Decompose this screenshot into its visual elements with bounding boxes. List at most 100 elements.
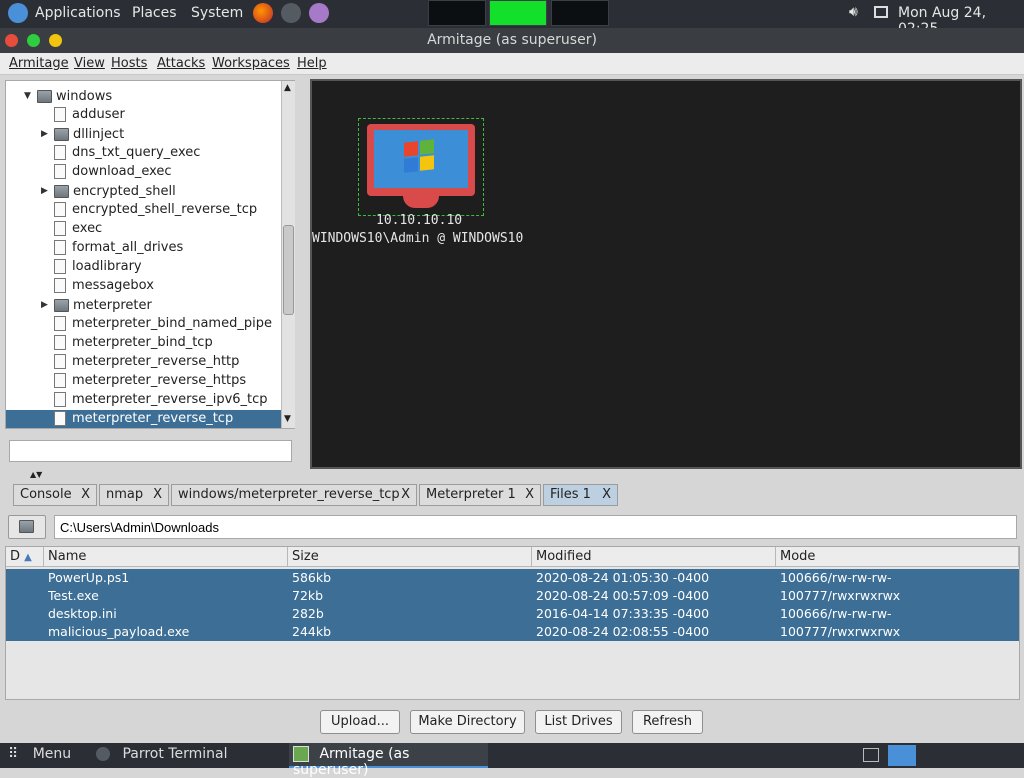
taskbar-item-label: Armitage (as superuser): [293, 746, 410, 778]
expand-arrow-icon[interactable]: ▶: [41, 129, 48, 139]
table-cell: 100666/rw-rw-rw-: [780, 606, 892, 621]
column-header-size[interactable]: Size: [288, 547, 532, 567]
menu-workspaces[interactable]: Workspaces: [212, 56, 290, 71]
close-icon[interactable]: X: [153, 487, 162, 502]
tree-item[interactable]: encrypted_shell_reverse_tcp: [6, 201, 282, 220]
tab-console[interactable]: Console X: [13, 484, 97, 506]
tree-item[interactable]: exec: [6, 220, 282, 239]
menu-hosts[interactable]: Hosts: [111, 56, 147, 71]
tree-item-label: loadlibrary: [72, 259, 142, 274]
places-menu[interactable]: Places: [132, 5, 177, 21]
close-icon[interactable]: X: [401, 487, 410, 502]
tree-item[interactable]: meterpreter_reverse_http: [6, 353, 282, 372]
host-ip-label: 10.10.10.10: [376, 213, 463, 228]
menu-view[interactable]: View: [74, 56, 105, 71]
split-handle-horizontal[interactable]: ▲▼: [30, 470, 54, 479]
tab-nmap[interactable]: nmap X: [99, 484, 169, 506]
tree-item[interactable]: download_exec: [6, 163, 282, 182]
tree-item-label: meterpreter_bind_tcp: [72, 335, 213, 350]
tree-item[interactable]: loadlibrary: [6, 258, 282, 277]
file-icon: [54, 278, 66, 293]
armitage-tray-icon[interactable]: [888, 745, 916, 766]
tree-item[interactable]: meterpreter_bind_tcp: [6, 334, 282, 353]
tree-item[interactable]: meterpreter_reverse_https: [6, 372, 282, 391]
parent-folder-button[interactable]: [8, 515, 46, 539]
tree-item-label: encrypted_shell: [73, 184, 176, 199]
menu-attacks[interactable]: Attacks: [157, 56, 205, 71]
tree-item[interactable]: meterpreter_reverse_ipv6_tcp: [6, 391, 282, 410]
terminal-icon: [96, 747, 110, 761]
table-row[interactable]: malicious_payload.exe 244kb 2020-08-24 02:…: [6, 623, 1019, 641]
tab-meterpreter-reverse-tcp[interactable]: windows/meterpreter_reverse_tcp X: [171, 484, 417, 506]
collapse-arrow-icon[interactable]: ▼: [24, 91, 31, 101]
tree-scroll-thumb[interactable]: [283, 225, 294, 315]
close-icon[interactable]: X: [81, 487, 90, 502]
module-search-input[interactable]: [9, 440, 292, 462]
tree-item[interactable]: meterpreter_reverse_tcp: [6, 410, 282, 428]
make-directory-button[interactable]: Make Directory: [410, 710, 525, 734]
tree-item[interactable]: ▶ encrypted_shell: [6, 182, 282, 201]
path-input[interactable]: [54, 515, 1017, 539]
tree-item-label: meterpreter_reverse_http: [72, 354, 240, 369]
taskbar-menu-button[interactable]: ⠿ Menu: [8, 743, 88, 768]
folder-icon: [54, 299, 69, 312]
close-icon[interactable]: X: [525, 487, 534, 502]
tab-meterpreter-1[interactable]: Meterpreter 1 X: [419, 484, 541, 506]
parrot-logo-icon[interactable]: [8, 3, 28, 23]
table-cell: 282b: [292, 606, 324, 621]
tree-item[interactable]: meterpreter_bind_named_pipe: [6, 315, 282, 334]
file-table[interactable]: D ▲ Name Size Modified Mode PowerUp.ps1 5…: [5, 546, 1020, 700]
applications-menu[interactable]: Applications: [35, 5, 121, 21]
apps-grid-icon: ⠿: [8, 746, 19, 762]
refresh-button[interactable]: Refresh: [632, 710, 703, 734]
folder-icon: [54, 185, 69, 198]
firefox-icon[interactable]: [253, 3, 273, 23]
table-cell: 100777/rwxrwxrwx: [780, 624, 901, 639]
tree-item[interactable]: dns_txt_query_exec: [6, 144, 282, 163]
close-icon[interactable]: X: [602, 487, 611, 502]
table-row[interactable]: desktop.ini 282b 2016-04-14 07:33:35 -0400…: [6, 605, 1019, 623]
list-drives-button[interactable]: List Drives: [535, 710, 622, 734]
tree-item[interactable]: messagebox: [6, 277, 282, 296]
text-editor-icon[interactable]: [309, 3, 329, 23]
workspace-switcher-icon[interactable]: [863, 748, 879, 762]
module-tree[interactable]: ▼ windows adduser ▶ dllinject dns_txt_query…: [5, 80, 295, 429]
system-menu[interactable]: System: [191, 5, 243, 21]
column-header-d[interactable]: D ▲: [6, 547, 44, 567]
tab-label: Files 1: [550, 487, 591, 502]
table-row[interactable]: Test.exe 72kb 2020-08-24 00:57:09 -0400 100…: [6, 587, 1019, 605]
column-header-mode[interactable]: Mode: [776, 547, 1019, 567]
menu-armitage[interactable]: Armitage: [9, 56, 69, 71]
table-cell: Test.exe: [48, 588, 99, 603]
table-cell: 72kb: [292, 588, 324, 603]
tree-item[interactable]: adduser: [6, 106, 282, 125]
upload-button[interactable]: Upload...: [320, 710, 400, 734]
table-cell: 2016-04-14 07:33:35 -0400: [536, 606, 710, 621]
tree-item[interactable]: ▶ meterpreter: [6, 296, 282, 315]
column-header-modified[interactable]: Modified: [532, 547, 776, 567]
column-label: Modified: [536, 549, 592, 564]
volume-icon[interactable]: 🔊︎: [849, 4, 858, 20]
tree-item[interactable]: format_all_drives: [6, 239, 282, 258]
display-icon[interactable]: [874, 6, 888, 18]
tree-folder-windows[interactable]: ▼ windows: [6, 87, 282, 106]
terminal-icon[interactable]: [281, 3, 301, 23]
table-cell: 586kb: [292, 570, 332, 585]
taskbar-armitage[interactable]: Armitage (as superuser): [289, 743, 488, 778]
expand-arrow-icon[interactable]: ▶: [41, 300, 48, 310]
window-titlebar[interactable]: Armitage (as superuser): [0, 28, 1024, 53]
expand-arrow-icon[interactable]: ▶: [41, 186, 48, 196]
column-header-name[interactable]: Name: [44, 547, 288, 567]
tree-item[interactable]: ▶ dllinject: [6, 125, 282, 144]
host-session-label: WINDOWS10\Admin @ WINDOWS10: [312, 231, 524, 246]
scroll-up-icon[interactable]: ▲: [284, 83, 291, 93]
table-row[interactable]: PowerUp.ps1 586kb 2020-08-24 01:05:30 -040…: [6, 569, 1019, 587]
menu-help[interactable]: Help: [297, 56, 327, 71]
tab-files-1[interactable]: Files 1 X: [543, 484, 618, 506]
tab-label: windows/meterpreter_reverse_tcp: [178, 487, 400, 502]
sort-asc-icon: ▲: [24, 552, 32, 563]
taskbar-item-label: Parrot Terminal: [122, 746, 228, 762]
split-handle-vertical[interactable]: [300, 105, 306, 405]
taskbar-parrot-terminal[interactable]: Parrot Terminal: [92, 743, 282, 768]
scroll-down-icon[interactable]: ▼: [284, 414, 291, 424]
